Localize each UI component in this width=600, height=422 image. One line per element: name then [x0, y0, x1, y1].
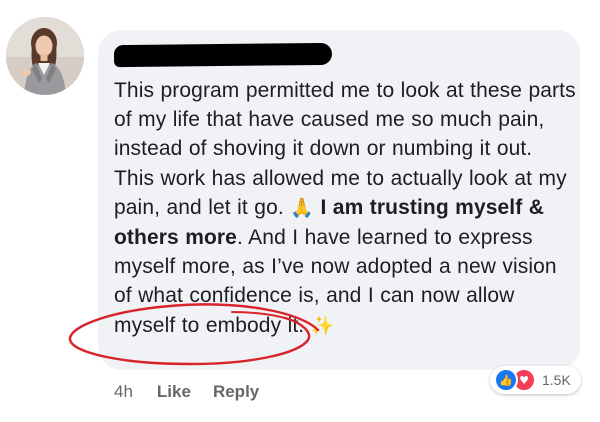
reaction-count: 1.5K [542, 372, 571, 388]
reactions-summary[interactable]: 👍 ♥ 1.5K [490, 366, 581, 394]
redacted-author-name [113, 42, 333, 68]
reply-button[interactable]: Reply [213, 382, 259, 402]
comment-actions: 4h Like Reply [114, 382, 259, 402]
comment-screenshot: This program permitted me to look at the… [0, 0, 600, 422]
avatar[interactable] [6, 17, 84, 95]
profile-photo-icon [6, 17, 84, 95]
comment-timestamp[interactable]: 4h [114, 382, 133, 402]
like-reaction-icon: 👍 [494, 368, 518, 392]
folded-hands-emoji-icon: 🙏 [290, 196, 314, 219]
comment-body: This program permitted me to look at the… [114, 76, 576, 341]
sparkles-emoji-icon: ✨ [310, 314, 335, 337]
like-button[interactable]: Like [157, 382, 191, 402]
